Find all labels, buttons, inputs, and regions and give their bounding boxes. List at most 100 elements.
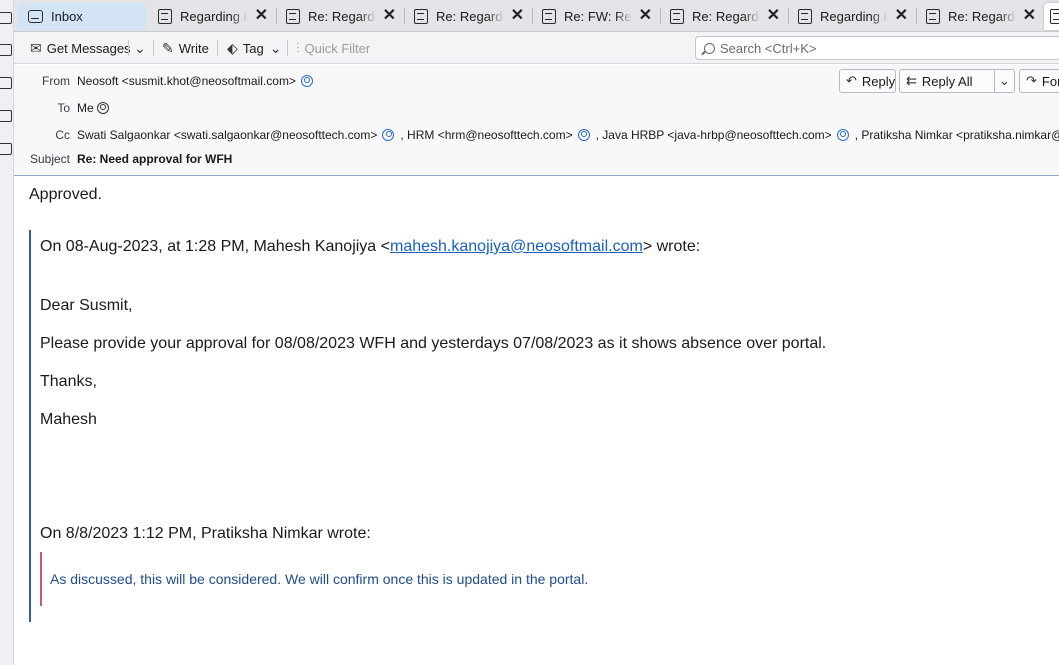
reply-label: Reply [861, 73, 896, 89]
message-icon [286, 9, 300, 24]
to-value[interactable]: Me [77, 101, 94, 115]
reply-all-button[interactable]: ⇇ Reply All [899, 69, 995, 93]
chat-space-icon[interactable] [0, 143, 12, 155]
tab-inbox[interactable]: Inbox [18, 3, 146, 30]
tab-label: Inbox [51, 9, 83, 24]
search-input[interactable]: Search <Ctrl+K> [695, 36, 1059, 60]
contact-icon[interactable] [836, 129, 849, 141]
quoted-message: On 08-Aug-2023, at 1:28 PM, Mahesh Kanoj… [29, 230, 1059, 622]
mail-space-icon[interactable] [0, 12, 12, 24]
message-icon [798, 9, 812, 24]
search-placeholder: Search <Ctrl+K> [720, 40, 817, 56]
chevron-down-icon: ⌄ [134, 39, 146, 56]
tag-icon: ⬖ [227, 39, 238, 56]
inbox-icon [28, 10, 43, 23]
subject-label: Subject [29, 152, 70, 166]
reply-button[interactable]: ↶ Reply [839, 69, 896, 93]
forward-icon: ↷ [1026, 73, 1037, 88]
tab-message[interactable]: Regarding inv ✕ [788, 3, 916, 30]
reply-text: Approved. [29, 186, 102, 203]
tab-label: Re: FW: Regarding [564, 9, 632, 24]
search-icon [704, 42, 715, 54]
cc-recipient[interactable]: , Pratiksha Nimkar <pratiksha.nimkar@neo [855, 128, 1059, 142]
message-icon [158, 9, 172, 24]
message-body: Approved. On 08-Aug-2023, at 1:28 PM, Ma… [14, 176, 1059, 665]
get-messages-dropdown[interactable]: ⌄ [134, 38, 151, 58]
subject-row: Subject Re: Need approval for WFH [14, 150, 232, 168]
close-tab-icon[interactable]: ✕ [767, 7, 780, 25]
tab-label: Regarding inv [820, 9, 888, 24]
mail-toolbar: ✉ Get Messages ⌄ ✎ Write ⬖ Tag ⌄ ⫶ Quick… [14, 32, 1059, 64]
from-row: From Neosoft <susmit.khot@neosoftmail.co… [14, 72, 319, 90]
tasks-space-icon[interactable] [0, 110, 12, 122]
tag-label: Tag [242, 40, 264, 56]
quick-filter-label: Quick Filter [304, 40, 371, 56]
inner-quote: As discussed, this will be considered. W… [40, 552, 588, 606]
close-tab-icon[interactable]: ✕ [1023, 7, 1036, 25]
add-contact-icon[interactable] [300, 75, 313, 87]
forward-button[interactable]: ↷ Forwar [1019, 69, 1059, 93]
close-tab-icon[interactable]: ✕ [255, 7, 268, 25]
tab-label: Re: Regarding [948, 9, 1016, 24]
from-label: From [42, 74, 70, 88]
tab-bar: Inbox Regarding inv ✕ Re: Regarding ✕ Re… [14, 0, 1059, 32]
reply-all-icon: ⇇ [906, 73, 917, 88]
tab-message[interactable]: Re: Regarding ✕ [660, 3, 788, 30]
message-icon [670, 9, 684, 24]
close-tab-icon[interactable]: ✕ [511, 7, 524, 25]
quote-attribution: On 08-Aug-2023, at 1:28 PM, Mahesh Kanoj… [40, 238, 700, 256]
request-text: Please provide your approval for 08/08/2… [40, 335, 827, 352]
cc-recipient[interactable]: , HRM <hrm@neosofttech.com> [400, 128, 572, 142]
filter-icon: ⫶ [296, 39, 300, 56]
write-button[interactable]: ✎ Write [162, 38, 209, 58]
address-book-space-icon[interactable] [0, 44, 12, 56]
reply-icon: ↶ [846, 73, 857, 88]
calendar-space-icon[interactable] [0, 77, 12, 89]
signature: Mahesh [40, 411, 97, 428]
tab-label: Re: Regarding [308, 9, 376, 24]
from-value[interactable]: Neosoft <susmit.khot@neosoftmail.com> [77, 74, 296, 88]
reply-all-label: Reply All [921, 73, 973, 89]
tab-message[interactable]: Re: Regarding ✕ [916, 3, 1044, 30]
envelope-icon: ✉ [30, 39, 42, 56]
reply-all-dropdown[interactable]: ⌄ [994, 69, 1015, 93]
message-icon [1050, 9, 1059, 24]
quote-attribution-suffix: > wrote: [642, 238, 701, 255]
message-icon [926, 9, 940, 24]
to-label: To [57, 101, 70, 115]
tab-label: Re: Regarding [436, 9, 504, 24]
tag-button[interactable]: ⬖ Tag ⌄ [227, 38, 286, 58]
contact-icon[interactable] [382, 129, 395, 141]
tab-active-message[interactable] [1044, 3, 1059, 30]
quote-attribution-prefix: On 08-Aug-2023, at 1:28 PM, Mahesh Kanoj… [40, 238, 390, 255]
close-tab-icon[interactable]: ✕ [895, 7, 908, 25]
message-icon [542, 9, 556, 24]
inner-quote-text: As discussed, this will be considered. W… [50, 571, 589, 587]
tab-message[interactable]: Regarding inv ✕ [148, 3, 276, 30]
tab-message[interactable]: Re: FW: Regarding ✕ [532, 3, 660, 30]
message-icon [414, 9, 428, 24]
contact-icon[interactable] [577, 129, 590, 141]
chevron-down-icon: ⌄ [269, 39, 282, 56]
get-messages-button[interactable]: ✉ Get Messages [30, 38, 131, 58]
sender-email-link[interactable]: mahesh.kanojiya@neosoftmail.com [390, 238, 643, 255]
quick-filter-button[interactable]: ⫶ Quick Filter [296, 38, 370, 58]
tab-message[interactable]: Re: Regarding ✕ [404, 3, 532, 30]
tab-label: Re: Regarding [692, 9, 760, 24]
get-messages-label: Get Messages [46, 40, 131, 56]
pencil-icon: ✎ [162, 39, 174, 56]
close-tab-icon[interactable]: ✕ [639, 7, 652, 25]
tab-label: Regarding inv [180, 9, 248, 24]
contact-icon[interactable] [96, 102, 109, 114]
to-row: To Me [14, 99, 115, 117]
cc-recipient[interactable]: Swati Salgaonkar <swati.salgaonkar@neoso… [77, 128, 377, 142]
spaces-toolbar [0, 0, 14, 665]
greeting: Dear Susmit, [40, 297, 133, 314]
forward-label: Forwar [1041, 73, 1059, 89]
close-tab-icon[interactable]: ✕ [383, 7, 396, 25]
closing: Thanks, [40, 373, 97, 390]
tab-message[interactable]: Re: Regarding ✕ [276, 3, 404, 30]
subject-value: Re: Need approval for WFH [77, 152, 233, 166]
chevron-down-icon: ⌄ [999, 73, 1010, 88]
cc-recipient[interactable]: , Java HRBP <java-hrbp@neosofttech.com> [596, 128, 832, 142]
